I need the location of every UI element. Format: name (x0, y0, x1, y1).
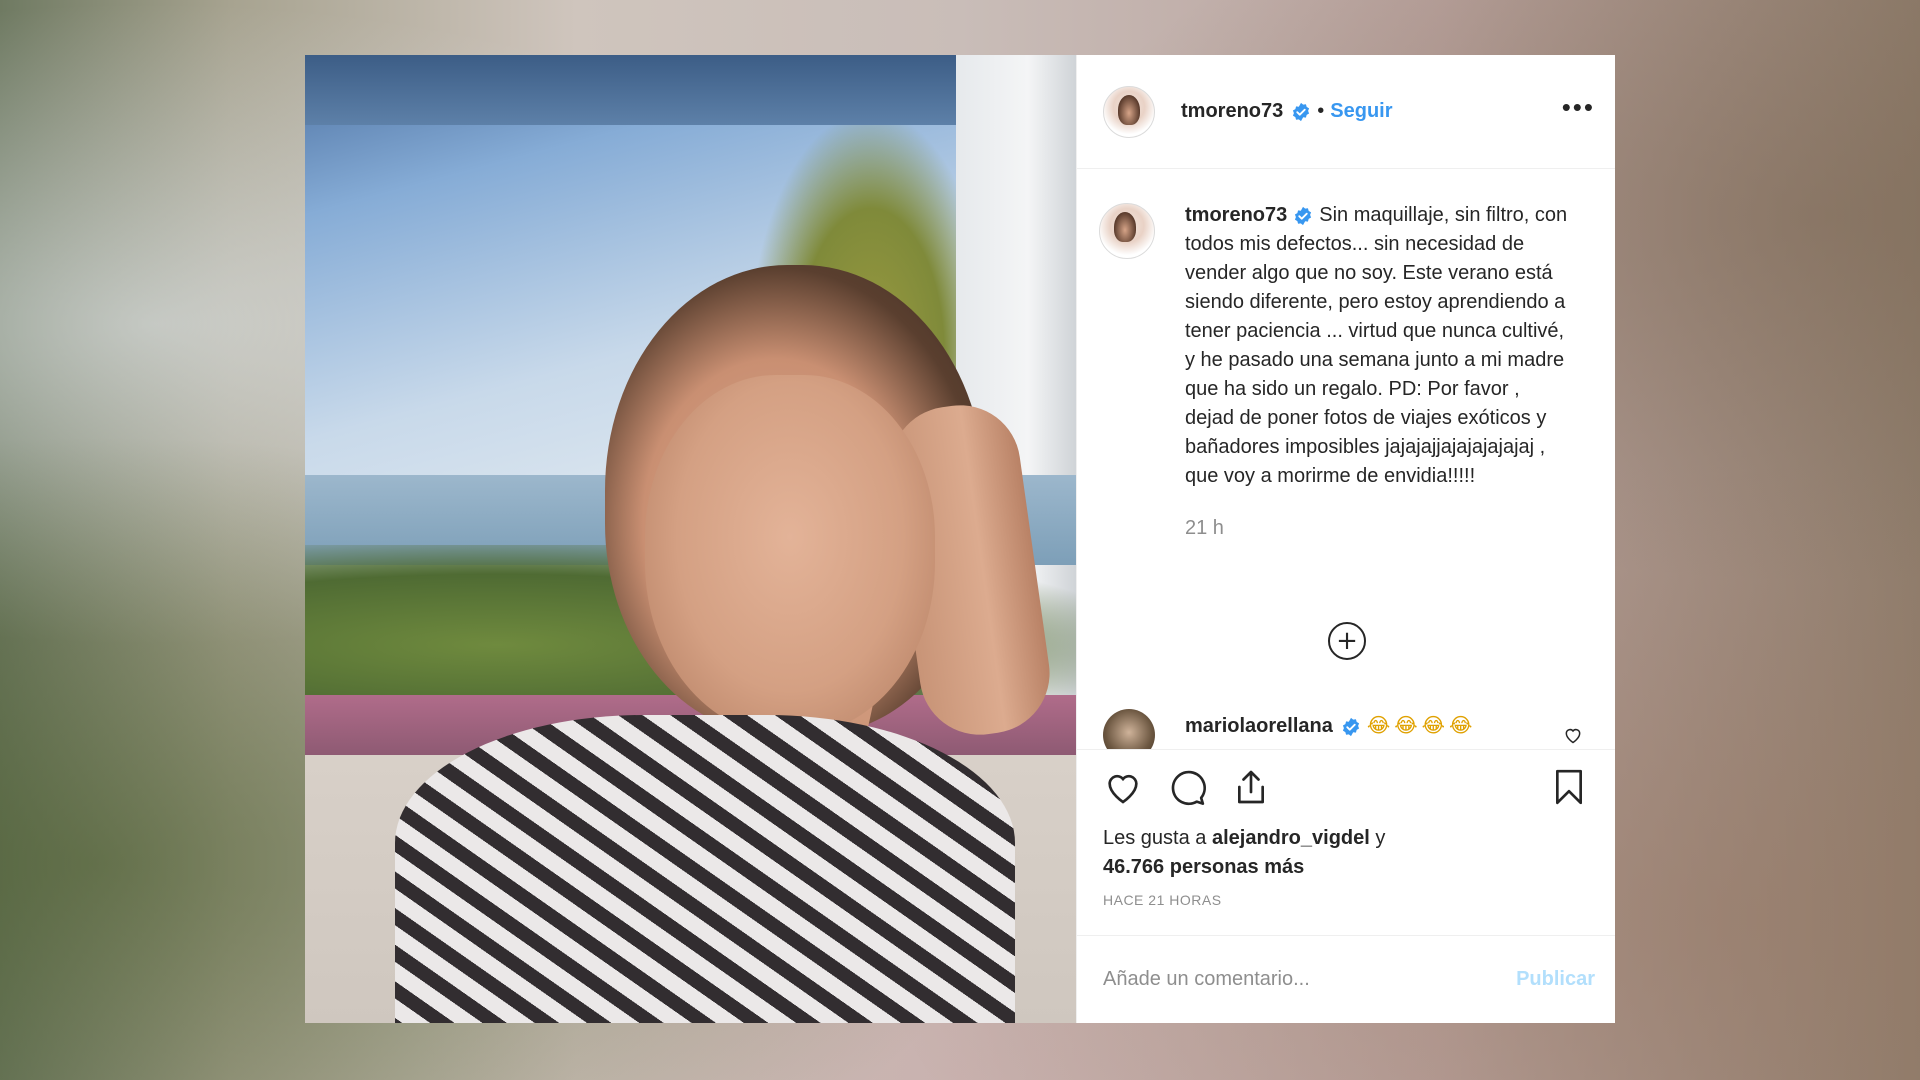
follow-button[interactable]: Seguir (1330, 100, 1392, 123)
verified-badge-icon (1342, 717, 1359, 737)
post-photo[interactable] (305, 55, 1076, 1023)
caption-body-text: Sin maquillaje, sin filtro, con todos mi… (1185, 204, 1568, 487)
post-sidebar: tmoreno73 • Seguir ••• tmoreno73 Sin maq… (1076, 55, 1615, 1023)
publish-button[interactable]: Publicar (1516, 968, 1595, 991)
comment-icon[interactable] (1167, 767, 1207, 807)
post-header: tmoreno73 • Seguir ••• (1077, 55, 1615, 169)
share-icon[interactable] (1231, 767, 1271, 807)
verified-badge-icon (1293, 102, 1310, 121)
caption-timestamp[interactable]: 21 h (1185, 517, 1571, 540)
bookmark-icon[interactable] (1549, 767, 1589, 807)
likes-user[interactable]: alejandro_vigdel (1212, 827, 1370, 849)
caption-avatar[interactable] (1099, 203, 1155, 259)
action-bar (1077, 750, 1615, 824)
comments-section: tmoreno73 Sin maquillaje, sin filtro, co… (1077, 169, 1615, 750)
posted-time[interactable]: HACE 21 HORAS (1077, 882, 1615, 908)
add-comment-bar: Publicar (1077, 935, 1615, 1023)
likes-conj: y (1375, 827, 1386, 849)
instagram-post: tmoreno73 • Seguir ••• tmoreno73 Sin maq… (305, 55, 1615, 1023)
more-options-icon[interactable]: ••• (1562, 94, 1595, 130)
comment-item: mariolaorellana 😂😂😂😂 (1103, 709, 1583, 749)
author-username[interactable]: tmoreno73 (1181, 100, 1283, 123)
caption: tmoreno73 Sin maquillaje, sin filtro, co… (1099, 201, 1595, 540)
likes-summary: Les gusta a alejandro_vigdel y 46.766 pe… (1077, 824, 1615, 882)
author-avatar[interactable] (1103, 85, 1155, 138)
comment-username[interactable]: mariolaorellana (1185, 715, 1333, 738)
heart-icon[interactable] (1103, 767, 1143, 807)
comment-text: 😂😂😂😂 (1366, 713, 1477, 737)
comment-like-heart-icon[interactable] (1563, 725, 1583, 745)
likes-prefix: Les gusta a (1103, 827, 1207, 849)
verified-badge-icon (1295, 206, 1312, 225)
caption-username[interactable]: tmoreno73 (1185, 204, 1287, 226)
caption-text: tmoreno73 Sin maquillaje, sin filtro, co… (1185, 201, 1571, 491)
likes-count[interactable]: 46.766 personas más (1103, 856, 1304, 878)
plus-circle-icon[interactable]: + (1328, 622, 1366, 660)
commenter-avatar[interactable] (1103, 709, 1155, 749)
comment-input[interactable] (1103, 968, 1517, 991)
separator-dot: • (1317, 100, 1325, 122)
